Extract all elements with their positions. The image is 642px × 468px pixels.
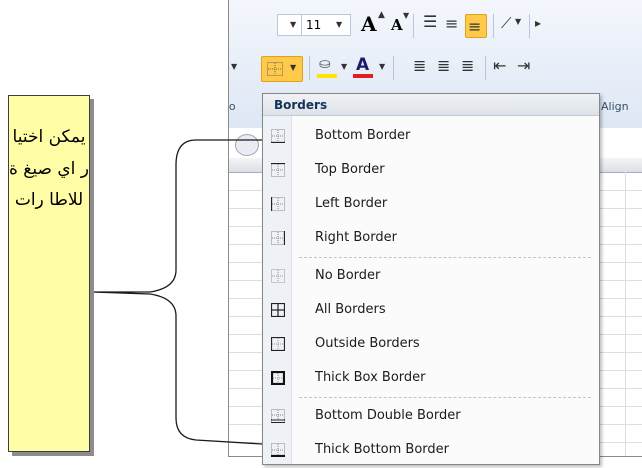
outside-borders-icon bbox=[271, 337, 285, 351]
fill-color-button[interactable]: ⛀ bbox=[317, 56, 339, 80]
grid-column-line bbox=[625, 172, 626, 456]
menu-item-right-border[interactable]: Right Border bbox=[263, 222, 599, 256]
menu-item-label: Thick Box Border bbox=[315, 370, 426, 385]
thick-bottom-border-icon bbox=[271, 443, 285, 457]
divider bbox=[309, 56, 310, 80]
chevron-down-icon: ▼ bbox=[231, 62, 238, 71]
align-top-icon[interactable]: ☰ bbox=[423, 12, 437, 31]
font-group-label: Fo bbox=[228, 100, 236, 113]
chevron-down-icon: ▼ bbox=[379, 62, 386, 71]
bottom-border-icon bbox=[271, 129, 285, 143]
align-bottom-icon: ≡ bbox=[468, 17, 482, 36]
align-center-icon[interactable]: ≣ bbox=[437, 56, 450, 75]
annotation-callout: يمكن اختيا ر اي صيغ ة للاطا رات bbox=[8, 95, 90, 452]
chevron-down-icon: ▼ bbox=[341, 62, 348, 71]
decrease-indent-icon[interactable]: ⇤ bbox=[493, 56, 506, 75]
align-bottom-button[interactable]: ≡ bbox=[465, 14, 487, 38]
chevron-down-icon: ▼ bbox=[290, 20, 297, 29]
borders-dropdown-menu: Borders Bottom Border Top Border Left Bo… bbox=[262, 93, 600, 465]
font-color-glyph: A bbox=[356, 55, 370, 75]
shrink-arrow-icon: ▼ bbox=[403, 11, 410, 20]
menu-item-label: Top Border bbox=[315, 162, 385, 177]
borders-button[interactable]: ▼ bbox=[261, 56, 303, 82]
divider bbox=[413, 14, 414, 38]
align-middle-icon[interactable]: ≡ bbox=[445, 14, 458, 33]
menu-item-label: Right Border bbox=[315, 230, 397, 245]
menu-item-top-border[interactable]: Top Border bbox=[263, 154, 599, 188]
menu-item-all-borders[interactable]: All Borders bbox=[263, 294, 599, 328]
menu-item-label: Outside Borders bbox=[315, 336, 420, 351]
divider bbox=[393, 56, 394, 80]
chevron-down-icon: ▼ bbox=[290, 63, 297, 72]
menu-item-label: No Border bbox=[315, 268, 381, 283]
divider bbox=[485, 56, 486, 80]
left-border-icon bbox=[271, 197, 285, 211]
menu-item-label: Bottom Double Border bbox=[315, 408, 461, 423]
align-left-icon[interactable]: ≣ bbox=[413, 56, 426, 75]
fill-color-bar bbox=[317, 74, 337, 78]
orientation-icon[interactable]: ⟋ bbox=[501, 14, 512, 32]
menu-item-outside-borders[interactable]: Outside Borders bbox=[263, 328, 599, 362]
menu-item-bottom-border[interactable]: Bottom Border bbox=[263, 120, 599, 154]
divider bbox=[529, 14, 530, 38]
bottom-double-border-icon bbox=[271, 409, 285, 423]
font-name-dropdown-edge[interactable]: ▼ bbox=[277, 14, 302, 36]
ribbon-row-font: ▼ 11 ▼ A ▲ A ▼ ☰ ≡ ≡ ⟋ ▼ ▸ bbox=[229, 10, 642, 38]
chevron-down-icon: ▼ bbox=[336, 20, 343, 29]
menu-item-no-border[interactable]: No Border bbox=[263, 260, 599, 294]
menu-item-label: Bottom Border bbox=[315, 128, 411, 143]
wrap-text-icon[interactable]: ▸ bbox=[535, 16, 541, 30]
paint-bucket-icon: ⛀ bbox=[319, 56, 331, 72]
menu-item-thick-box-border[interactable]: Thick Box Border bbox=[263, 362, 599, 396]
increase-indent-icon[interactable]: ⇥ bbox=[517, 56, 530, 75]
grow-font-button[interactable]: A bbox=[361, 12, 377, 36]
menu-separator bbox=[299, 257, 591, 259]
menu-header: Borders bbox=[263, 94, 599, 116]
grow-arrow-icon: ▲ bbox=[378, 10, 385, 20]
menu-item-label: Thick Bottom Border bbox=[315, 442, 449, 457]
alignment-group-label: Align bbox=[601, 100, 629, 113]
ribbon-row-borders: ▼ ▼ ⛀ ▼ A ▼ ≣ ≣ ≣ ⇤ ⇥ bbox=[229, 54, 642, 82]
menu-item-label: All Borders bbox=[315, 302, 386, 317]
menu-item-label: Left Border bbox=[315, 196, 388, 211]
menu-item-left-border[interactable]: Left Border bbox=[263, 188, 599, 222]
menu-item-bottom-double-border[interactable]: Bottom Double Border bbox=[263, 400, 599, 434]
all-borders-icon bbox=[271, 303, 285, 317]
align-right-icon[interactable]: ≣ bbox=[461, 56, 474, 75]
name-box-button[interactable] bbox=[235, 134, 259, 156]
callout-text: يمكن اختيا ر اي صيغ ة للاطا رات bbox=[9, 127, 89, 210]
thick-box-border-icon bbox=[271, 371, 285, 385]
no-border-icon bbox=[271, 269, 285, 283]
top-border-icon bbox=[271, 163, 285, 177]
right-border-icon bbox=[271, 231, 285, 245]
font-color-button[interactable]: A bbox=[353, 55, 375, 80]
font-size-combo[interactable]: 11 ▼ bbox=[301, 14, 351, 36]
font-color-bar bbox=[353, 74, 373, 78]
divider bbox=[493, 14, 494, 38]
shrink-font-button[interactable]: A bbox=[391, 16, 403, 34]
menu-separator bbox=[299, 397, 591, 399]
chevron-down-icon: ▼ bbox=[515, 17, 522, 26]
font-size-value: 11 bbox=[306, 18, 322, 32]
borders-grid-icon bbox=[267, 62, 283, 76]
